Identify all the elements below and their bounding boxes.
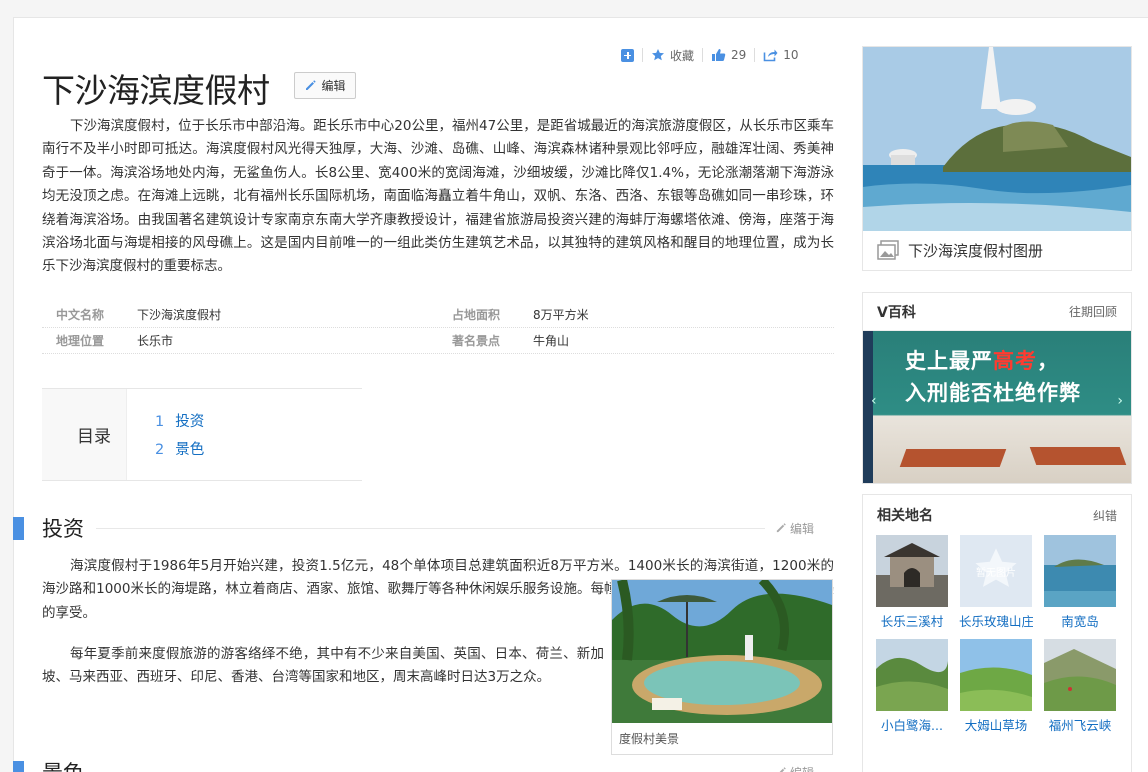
intro-paragraph: 下沙海滨度假村，位于长乐市中部沿海。距长乐市中心20公里，福州47公里，是距省城… [42,118,834,275]
banner-text-1: 史上最严 [905,349,993,373]
info-value: 牛角山 [533,334,570,348]
toc-text: 景色 [175,442,205,458]
village-gate-photo [876,535,948,607]
related-name: 长乐玫瑰山庄 [959,614,1033,629]
hills-photo [876,639,948,711]
edit-button[interactable]: 编辑 [294,72,356,99]
album-cover-photo [863,47,1131,231]
toc-text: 投资 [175,414,205,430]
related-header: 相关地名 纠错 [863,495,1131,535]
info-value: 下沙海滨度假村 [137,308,222,322]
star-icon [652,49,664,61]
related-item[interactable]: 福州飞云峡 [1044,639,1116,734]
section-header-invest: 投资 编辑 [13,513,833,543]
section-header-scenery: 景色 编辑 [13,757,833,772]
resort-pool-photo [612,580,832,723]
toc-label: 目录 [42,389,127,480]
chevron-left-icon[interactable]: ‹ [871,393,877,409]
info-value: 长乐市 [137,334,174,348]
related-name: 福州飞云峡 [1048,718,1112,733]
related-places-card: 相关地名 纠错 长乐三溪村 暂无图片 长乐玫瑰山庄 南宽岛 小白鹭海... 大姆… [862,494,1132,772]
info-key: 占地面积 [452,308,501,322]
section-edit-button[interactable]: 编辑 [775,764,833,772]
info-key: 地理位置 [56,334,105,348]
info-row: 地理位置 长乐市 著名景点 牛角山 [42,328,834,354]
vbaike-banner[interactable]: 史上最严高考， 入刑能否杜绝作弊 ‹ › [863,331,1131,483]
desk-shape [899,449,1007,467]
invest-paragraph-2: 每年夏季前来度假旅游的游客络绎不绝，其中有不少来自美国、英国、日本、荷兰、新加坡… [42,646,604,686]
share-button[interactable]: 10 [763,48,799,62]
correction-link[interactable]: 纠错 [1093,507,1117,524]
add-icon[interactable] [621,48,634,62]
action-toolbar: 收藏 29 10 [621,47,799,63]
toc-number: 2 [155,442,165,458]
figure-caption: 度假村美景 [619,732,680,746]
info-key: 著名景点 [452,334,501,348]
related-grid: 长乐三溪村 暂无图片 长乐玫瑰山庄 南宽岛 小白鹭海... 大姆山草场 福州飞云… [863,535,1131,734]
album-caption: 下沙海滨度假村图册 [908,241,1044,260]
section-edit-label: 编辑 [790,521,815,536]
collect-button[interactable]: 收藏 [651,47,694,64]
basic-info-table: 中文名称 下沙海滨度假村 占地面积 8万平方米 地理位置 长乐市 著名景点 牛角… [42,302,834,354]
related-name: 南宽岛 [1061,614,1099,629]
like-button[interactable]: 29 [711,48,746,62]
like-count: 29 [731,48,747,62]
toc-list: 1 投资 2 景色 [127,389,204,480]
section-edit-button[interactable]: 编辑 [775,520,833,537]
island-photo [1044,535,1116,607]
related-item[interactable]: 小白鹭海... [876,639,948,734]
pencil-icon [306,80,317,90]
grassland-photo [960,639,1032,711]
related-name: 长乐三溪村 [880,614,944,629]
info-row: 中文名称 下沙海滨度假村 占地面积 8万平方米 [42,302,834,328]
info-key: 中文名称 [56,308,105,322]
related-item[interactable]: 暂无图片 长乐玫瑰山庄 [959,535,1033,630]
vbaike-header: V百科 往期回顾 [863,293,1131,331]
banner-text-2: 入刑能否杜绝作弊 [905,381,1081,405]
toc-item-scenery[interactable]: 2 景色 [155,436,204,464]
collect-label: 收藏 [670,48,695,63]
vbaike-card: V百科 往期回顾 史上最严高考， 入刑能否杜绝作弊 ‹ › [862,292,1132,484]
section-title: 景色 [42,757,84,772]
share-count: 10 [783,48,799,62]
banner-comma: ， [1037,349,1059,373]
vbaike-title: V百科 [877,304,916,321]
related-item[interactable]: 南宽岛 [1044,535,1116,630]
related-name: 小白鹭海... [881,718,943,733]
related-item[interactable]: 长乐三溪村 [876,535,948,630]
divider [96,527,765,529]
toc-number: 1 [155,414,165,430]
chevron-right-icon[interactable]: › [1117,393,1123,409]
section-edit-label: 编辑 [790,764,814,772]
vbaike-more-link[interactable]: 往期回顾 [1069,303,1117,320]
no-image-placeholder: 暂无图片 [960,535,1032,607]
banner-highlight: 高考 [993,349,1037,373]
info-value: 8万平方米 [533,308,589,322]
related-name: 大姆山草场 [964,718,1028,733]
pencil-icon [779,767,786,772]
section-marker [13,516,24,540]
related-title: 相关地名 [877,508,933,524]
figure-resort[interactable]: 度假村美景 [611,579,833,755]
desk-shape [1029,447,1127,465]
pencil-icon [776,523,786,533]
valley-photo [1044,639,1116,711]
gallery-icon [877,240,899,260]
album-card[interactable]: 下沙海滨度假村图册 [862,46,1132,271]
page-title: 下沙海滨度假村 [42,71,270,110]
thumbs-up-icon [712,49,726,61]
album-caption-row: 下沙海滨度假村图册 [863,230,1131,270]
table-of-contents: 目录 1 投资 2 景色 [42,388,362,481]
edit-label: 编辑 [321,79,346,93]
share-icon [763,49,778,62]
related-item[interactable]: 大姆山草场 [960,639,1032,734]
no-image-text: 暂无图片 [976,567,1016,579]
section-title: 投资 [42,517,84,541]
section-marker [13,760,24,772]
toc-item-invest[interactable]: 1 投资 [155,408,204,436]
